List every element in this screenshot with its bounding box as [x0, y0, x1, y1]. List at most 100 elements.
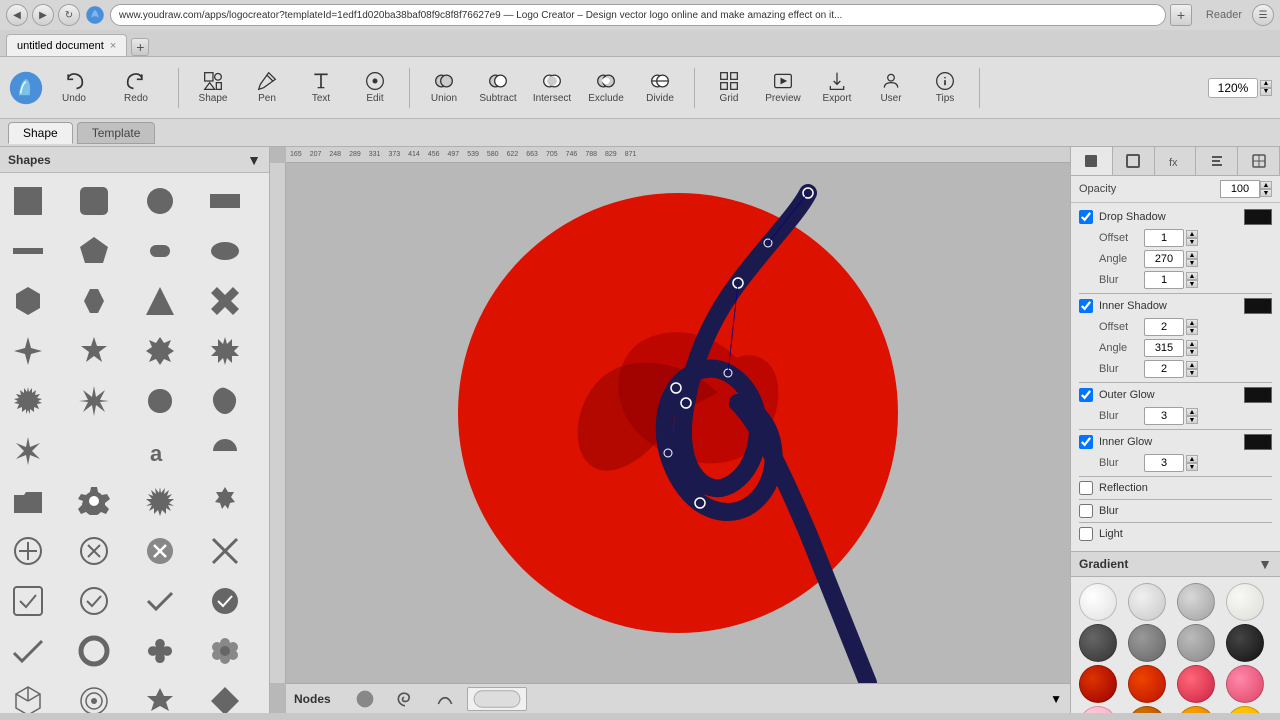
shape-x-circle1[interactable]: [70, 527, 118, 575]
node-tool-curve[interactable]: [427, 687, 463, 711]
shape-crescent[interactable]: [70, 427, 118, 475]
inner-shadow-angle-down[interactable]: ▼: [1186, 348, 1198, 356]
home-button[interactable]: [84, 4, 106, 26]
refresh-button[interactable]: ↻: [58, 4, 80, 26]
inner-shadow-blur-input[interactable]: [1144, 360, 1184, 378]
inner-glow-checkbox[interactable]: [1079, 435, 1093, 449]
outer-glow-blur-down[interactable]: ▼: [1186, 416, 1198, 424]
opacity-down[interactable]: ▼: [1260, 189, 1272, 197]
shape-h-line[interactable]: [4, 227, 52, 275]
new-tab-button[interactable]: +: [131, 38, 149, 56]
shape-star5[interactable]: [70, 327, 118, 375]
shape-star-of-david[interactable]: [136, 677, 184, 713]
shape-folder[interactable]: [4, 477, 52, 525]
grid-button[interactable]: Grid: [705, 64, 753, 112]
shape-x-circle2[interactable]: [136, 527, 184, 575]
shape-badge[interactable]: [201, 477, 249, 525]
inner-glow-blur-up[interactable]: ▲: [1186, 455, 1198, 463]
nodes-expand-button[interactable]: ▼: [1050, 692, 1062, 706]
shape-button[interactable]: Shape: [189, 64, 237, 112]
tab-untitled[interactable]: untitled document ×: [6, 34, 127, 56]
settings-button[interactable]: ☰: [1252, 4, 1274, 26]
shape-check-circle2[interactable]: [201, 577, 249, 625]
swatch-white[interactable]: [1079, 583, 1117, 621]
inner-shadow-angle-input[interactable]: [1144, 339, 1184, 357]
forward-button[interactable]: ▶: [32, 4, 54, 26]
inner-shadow-angle-up[interactable]: ▲: [1186, 340, 1198, 348]
drop-shadow-color[interactable]: [1244, 209, 1272, 225]
shape-blob2[interactable]: [201, 377, 249, 425]
shape-diamond[interactable]: [201, 677, 249, 713]
node-tool-circle[interactable]: [347, 687, 383, 711]
inner-shadow-checkbox[interactable]: [1079, 299, 1093, 313]
swatch-dark-red[interactable]: [1079, 665, 1117, 703]
swatch-medium-gray[interactable]: [1128, 624, 1166, 662]
drop-shadow-offset-down[interactable]: ▼: [1186, 238, 1198, 246]
swatch-dark-orange[interactable]: [1128, 706, 1166, 713]
shapes-expand[interactable]: ▼: [247, 152, 261, 168]
shape-ellipse[interactable]: [201, 227, 249, 275]
inner-glow-blur-input[interactable]: [1144, 454, 1184, 472]
swatch-bright-red[interactable]: [1177, 665, 1215, 703]
shape-triangle[interactable]: [136, 277, 184, 325]
light-checkbox[interactable]: [1079, 527, 1093, 541]
opacity-up[interactable]: ▲: [1260, 181, 1272, 189]
inner-glow-color[interactable]: [1244, 434, 1272, 450]
drop-shadow-checkbox[interactable]: [1079, 210, 1093, 224]
outer-glow-checkbox[interactable]: [1079, 388, 1093, 402]
address-bar[interactable]: www.youdraw.com/apps/logocreator?templat…: [110, 4, 1166, 26]
shape-x-cross[interactable]: [201, 527, 249, 575]
swatch-black[interactable]: [1226, 624, 1264, 662]
export-button[interactable]: Export: [813, 64, 861, 112]
shape-check-mark[interactable]: [136, 577, 184, 625]
rpanel-fill-icon[interactable]: [1071, 147, 1113, 175]
shape-wide-rect[interactable]: [201, 177, 249, 225]
swatch-red[interactable]: [1128, 665, 1166, 703]
shape-checkbox[interactable]: [4, 577, 52, 625]
shape-circle[interactable]: [136, 177, 184, 225]
shape-cross-star[interactable]: [70, 377, 118, 425]
shape-check-circle[interactable]: [70, 577, 118, 625]
shape-starburst2[interactable]: [136, 477, 184, 525]
inner-shadow-blur-down[interactable]: ▼: [1186, 369, 1198, 377]
canvas-inner[interactable]: [286, 163, 1070, 683]
drop-shadow-blur-input[interactable]: [1144, 271, 1184, 289]
plus-button[interactable]: +: [1170, 4, 1192, 26]
shape-hexagon[interactable]: [4, 277, 52, 325]
outer-glow-color[interactable]: [1244, 387, 1272, 403]
swatch-pink-red[interactable]: [1226, 665, 1264, 703]
pen-button[interactable]: Pen: [243, 64, 291, 112]
preview-button[interactable]: Preview: [759, 64, 807, 112]
shape-blob[interactable]: [136, 377, 184, 425]
text-button[interactable]: Text: [297, 64, 345, 112]
rpanel-stroke-icon[interactable]: [1113, 147, 1155, 175]
shape-fancy-star[interactable]: [4, 427, 52, 475]
inner-shadow-offset-down[interactable]: ▼: [1186, 327, 1198, 335]
zoom-control[interactable]: 120% ▲ ▼: [1208, 78, 1272, 98]
zoom-down[interactable]: ▼: [1260, 88, 1272, 96]
inner-shadow-offset-input[interactable]: [1144, 318, 1184, 336]
exclude-button[interactable]: Exclude: [582, 64, 630, 112]
drop-shadow-angle-input[interactable]: [1144, 250, 1184, 268]
swatch-gray[interactable]: [1177, 583, 1215, 621]
edit-button[interactable]: Edit: [351, 64, 399, 112]
shape-tab[interactable]: Shape: [8, 122, 73, 144]
outer-glow-blur-input[interactable]: [1144, 407, 1184, 425]
shape-rounded-rect[interactable]: [70, 177, 118, 225]
shape-star6[interactable]: [136, 327, 184, 375]
shape-cross-x[interactable]: [201, 277, 249, 325]
rpanel-align-icon[interactable]: [1196, 147, 1238, 175]
inner-shadow-color[interactable]: [1244, 298, 1272, 314]
opacity-input[interactable]: [1220, 180, 1260, 198]
inner-shadow-offset-up[interactable]: ▲: [1186, 319, 1198, 327]
drop-shadow-blur-up[interactable]: ▲: [1186, 272, 1198, 280]
shape-star4[interactable]: [4, 327, 52, 375]
shape-clover[interactable]: [136, 627, 184, 675]
shape-square[interactable]: [4, 177, 52, 225]
swatch-light-pink[interactable]: [1079, 706, 1117, 713]
union-button[interactable]: Union: [420, 64, 468, 112]
shape-star8[interactable]: [201, 327, 249, 375]
divide-button[interactable]: Divide: [636, 64, 684, 112]
template-tab[interactable]: Template: [77, 122, 156, 144]
inner-glow-blur-down[interactable]: ▼: [1186, 463, 1198, 471]
